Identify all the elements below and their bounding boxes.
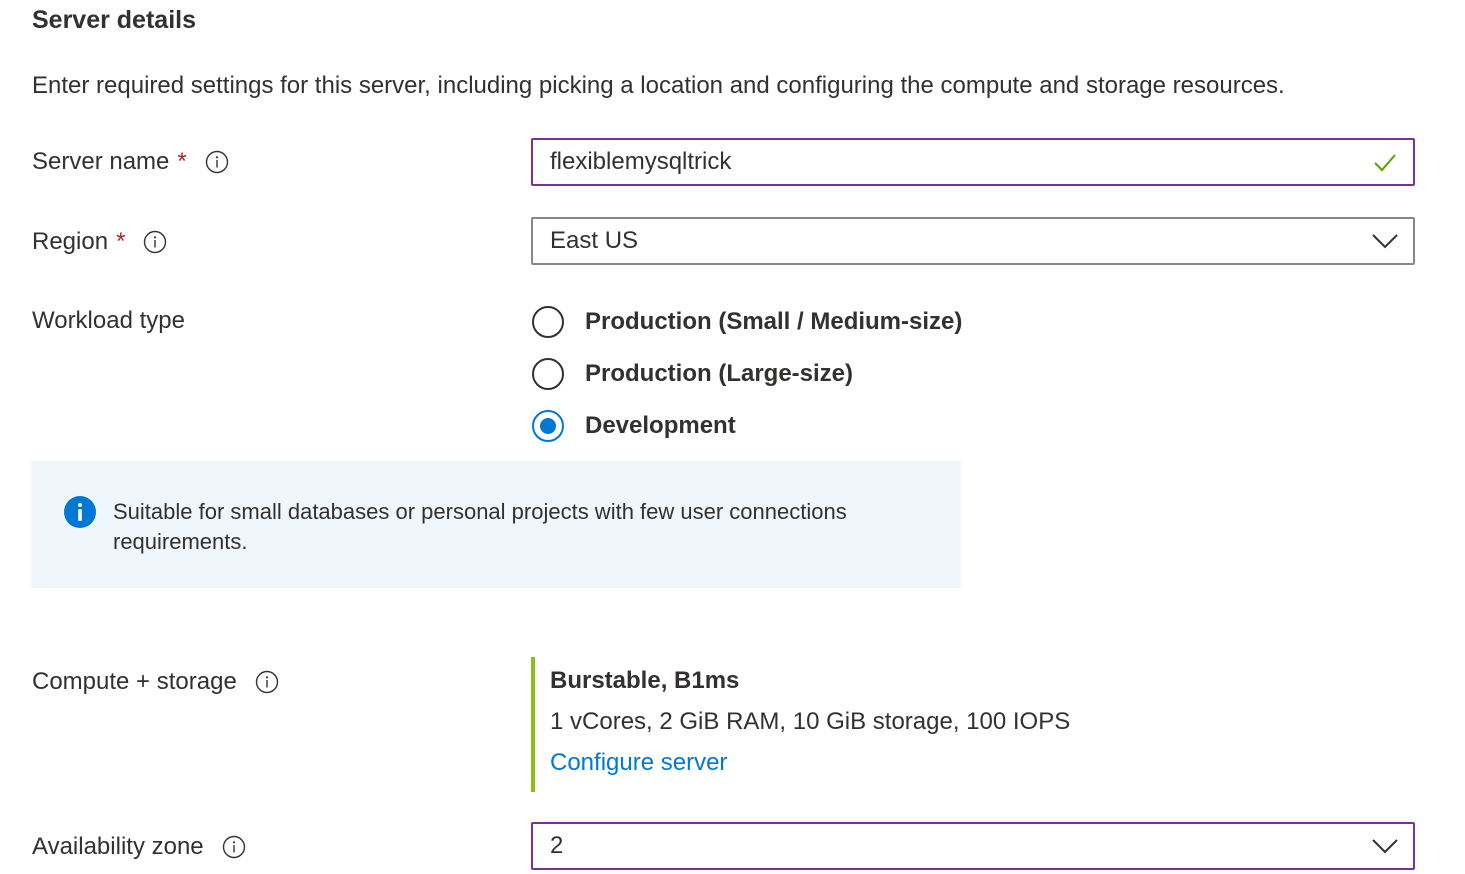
server-name-label: Server name [32,148,170,175]
server-name-label-row: Server name * [32,148,229,176]
chevron-down-icon [1361,824,1409,868]
radio-production-large[interactable]: Production (Large-size) [532,348,962,400]
availability-zone-label: Availability zone [32,833,204,860]
region-value: East US [550,227,639,254]
radio-circle-selected[interactable] [532,410,564,442]
radio-circle[interactable] [532,358,564,390]
info-icon[interactable] [255,670,279,694]
configure-server-link[interactable]: Configure server [550,749,1070,777]
compute-storage-label-row: Compute + storage [32,668,279,696]
section-description: Enter required settings for this server,… [32,72,1285,99]
section-title: Server details [32,6,196,34]
chevron-down-icon [1361,219,1409,263]
compute-storage-summary: Burstable, B1ms 1 vCores, 2 GiB RAM, 10 … [531,657,1070,792]
availability-zone-value: 2 [550,832,564,859]
info-message-text: Suitable for small databases or personal… [113,499,847,554]
info-icon[interactable] [222,835,246,859]
workload-type-label: Workload type [32,307,185,334]
availability-zone-dropdown[interactable]: 2 [531,822,1415,870]
radio-label: Production (Small / Medium-size) [585,308,963,335]
radio-development[interactable]: Development [532,400,962,452]
info-icon[interactable] [205,150,229,174]
region-dropdown[interactable]: East US [531,217,1415,265]
required-marker: * [116,228,126,255]
info-icon[interactable] [143,230,167,254]
radio-label: Production (Large-size) [585,360,854,387]
compute-spec: 1 vCores, 2 GiB RAM, 10 GiB storage, 100… [550,708,1071,735]
workload-type-label-row: Workload type [32,307,185,335]
compute-storage-label: Compute + storage [32,668,237,695]
info-message-bar: Suitable for small databases or personal… [31,461,961,588]
workload-type-radio-group: Production (Small / Medium-size) Product… [532,296,962,452]
radio-label: Development [585,412,736,439]
info-filled-icon [64,496,96,528]
checkmark-icon [1361,140,1409,184]
required-marker: * [177,148,187,175]
radio-production-small-medium[interactable]: Production (Small / Medium-size) [532,296,962,348]
server-name-value: flexiblemysqltrick [550,148,732,175]
region-label-row: Region * [32,228,167,256]
server-name-input[interactable]: flexiblemysqltrick [531,138,1415,186]
compute-tier: Burstable, B1ms [550,667,740,694]
radio-circle[interactable] [532,306,564,338]
region-label: Region [32,228,109,255]
availability-zone-label-row: Availability zone [32,833,246,861]
server-details-page: Server details Enter required settings f… [0,0,1465,874]
